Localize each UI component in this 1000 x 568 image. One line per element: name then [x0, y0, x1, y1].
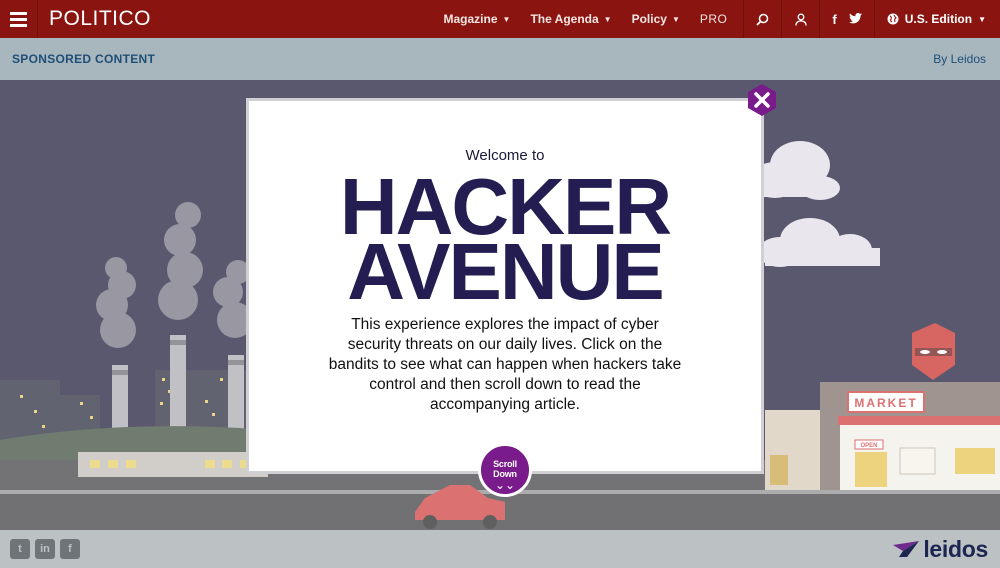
politico-logo[interactable]: POLITICO [49, 7, 151, 31]
intro-description: This experience explores the impact of c… [328, 316, 682, 413]
nav-links: Magazine ▼ The Agenda ▼ Policy ▼ PRO f U.S.… [434, 0, 1000, 38]
edition-label: U.S. Edition [904, 12, 973, 26]
share-buttons: t in f [10, 539, 80, 559]
globe-icon [887, 13, 899, 25]
social-links: f [819, 0, 873, 38]
double-chevron-down-icon: ⌄⌄ [494, 478, 516, 492]
sponsor-by-link[interactable]: By Leidos [933, 52, 986, 66]
nav-policy[interactable]: Policy ▼ [622, 0, 690, 38]
menu-icon[interactable] [0, 0, 38, 38]
sponsored-bar: SPONSORED CONTENT By Leidos [0, 38, 1000, 80]
facebook-icon[interactable]: f [832, 12, 836, 27]
welcome-modal: Welcome to HACKER AVENUE This experience… [246, 98, 764, 474]
close-icon[interactable] [745, 83, 779, 117]
top-nav: POLITICO Magazine ▼ The Agenda ▼ Policy ▼ P… [0, 0, 1000, 38]
nav-magazine[interactable]: Magazine ▼ [434, 0, 521, 38]
sponsored-label: SPONSORED CONTENT [12, 52, 156, 66]
scroll-down-button[interactable]: Scroll Down ⌄⌄ [478, 443, 532, 497]
leidos-logo[interactable]: leidos [893, 536, 988, 563]
chevron-down-icon: ▼ [603, 14, 612, 24]
user-icon[interactable] [781, 0, 819, 38]
leidos-mark-icon [893, 541, 920, 557]
linkedin-share-icon[interactable]: in [35, 539, 55, 559]
chevron-down-icon: ▼ [978, 14, 986, 24]
twitter-icon[interactable] [848, 12, 862, 27]
facebook-share-icon[interactable]: f [60, 539, 80, 559]
chevron-down-icon: ▼ [502, 14, 511, 24]
title-avenue: AVENUE [347, 227, 664, 316]
chevron-down-icon: ▼ [671, 14, 680, 24]
scroll-down-label: Scroll Down [493, 459, 517, 479]
nav-pro[interactable]: PRO [690, 0, 738, 38]
search-icon[interactable] [743, 0, 781, 38]
bottom-bar: t in f leidos [0, 530, 1000, 568]
twitter-share-icon[interactable]: t [10, 539, 30, 559]
edition-selector[interactable]: U.S. Edition ▼ [873, 0, 1000, 38]
nav-the-agenda[interactable]: The Agenda ▼ [520, 0, 621, 38]
